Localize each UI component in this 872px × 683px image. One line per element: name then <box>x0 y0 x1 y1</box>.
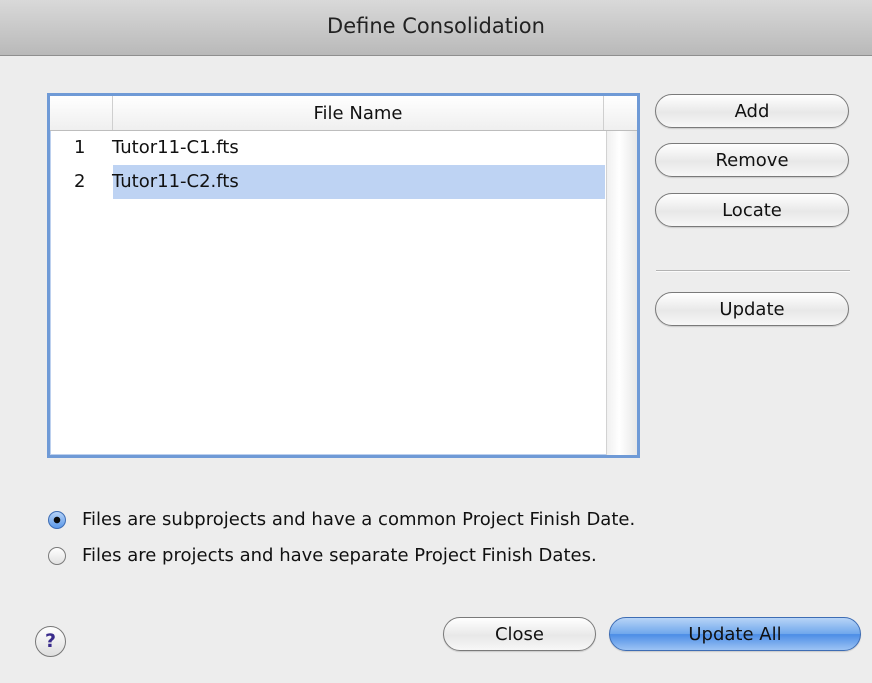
file-table[interactable]: File Name 1 Tutor11-C1.fts 2 Tutor11-C2.… <box>47 93 640 458</box>
update-all-button[interactable]: Update All <box>609 617 861 651</box>
remove-button[interactable]: Remove <box>655 143 849 177</box>
vertical-scrollbar[interactable] <box>606 131 637 455</box>
table-row[interactable]: 1 Tutor11-C1.fts <box>50 131 606 165</box>
row-file-name: Tutor11-C2.fts <box>112 171 239 192</box>
title-bar: Define Consolidation <box>0 0 872 56</box>
row-file-name: Tutor11-C1.fts <box>112 137 239 158</box>
projects-radio[interactable] <box>48 547 66 565</box>
subprojects-radio[interactable] <box>48 511 66 529</box>
row-index: 2 <box>74 171 86 192</box>
header-corner <box>603 96 637 130</box>
window-title: Define Consolidation <box>327 14 545 38</box>
locate-button[interactable]: Locate <box>655 193 849 227</box>
projects-label[interactable]: Files are projects and have separate Pro… <box>82 545 597 566</box>
file-name-column-header[interactable]: File Name <box>113 96 603 130</box>
index-column-header[interactable] <box>50 96 113 130</box>
define-consolidation-dialog: File Name 1 Tutor11-C1.fts 2 Tutor11-C2.… <box>0 56 872 683</box>
help-icon[interactable]: ? <box>35 626 66 657</box>
close-button[interactable]: Close <box>443 617 596 651</box>
table-header: File Name <box>50 96 637 131</box>
table-row-selected[interactable]: 2 Tutor11-C2.fts <box>50 165 606 199</box>
add-button[interactable]: Add <box>655 94 849 128</box>
button-divider <box>656 270 850 272</box>
row-index: 1 <box>74 137 86 158</box>
subprojects-label[interactable]: Files are subprojects and have a common … <box>82 509 635 530</box>
update-button[interactable]: Update <box>655 292 849 326</box>
